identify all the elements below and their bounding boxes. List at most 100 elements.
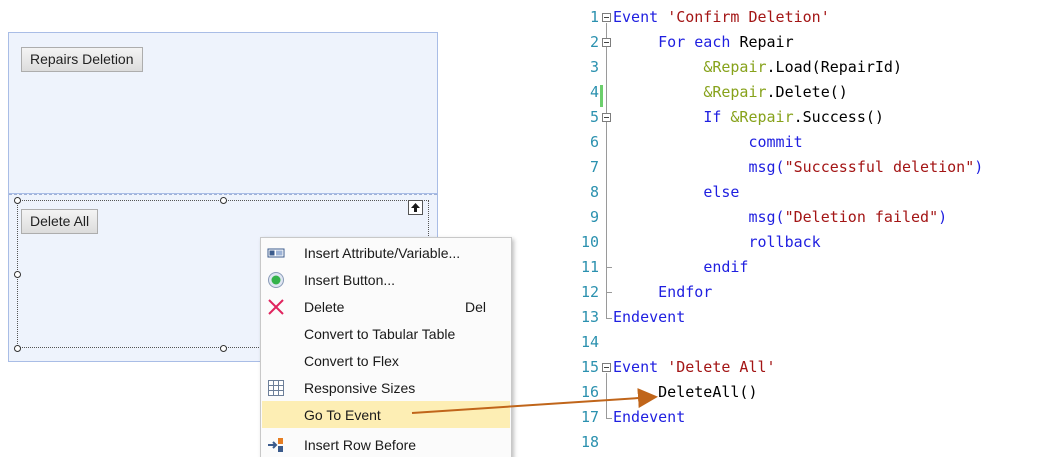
- code-token: ): [974, 158, 984, 176]
- resize-handle[interactable]: [14, 271, 21, 278]
- code-token: "Successful deletion": [784, 158, 975, 176]
- code-text: Event 'Delete All': [613, 358, 776, 376]
- code-text: endif: [613, 258, 748, 276]
- code-line[interactable]: 6 commit: [555, 130, 1057, 155]
- line-number: 8: [589, 183, 599, 201]
- line-number: 6: [589, 133, 599, 151]
- code-text: Event 'Confirm Deletion': [613, 8, 830, 26]
- code-token: &Repair: [730, 108, 794, 126]
- line-number: 16: [580, 383, 599, 401]
- code-token: For each: [658, 33, 740, 51]
- resize-handle[interactable]: [14, 345, 21, 352]
- menu-item-insert-button[interactable]: Insert Button...: [262, 266, 510, 293]
- code-token: commit: [748, 133, 803, 151]
- code-token: endif: [703, 258, 749, 276]
- delete-all-button[interactable]: Delete All: [21, 209, 99, 234]
- line-number: 17: [580, 408, 599, 426]
- code-line[interactable]: 8 else: [555, 180, 1057, 205]
- code-text: commit: [613, 133, 803, 151]
- line-number: 1: [589, 8, 599, 26]
- code-line[interactable]: 18: [555, 430, 1057, 455]
- resize-handle[interactable]: [220, 345, 227, 352]
- line-number: 3: [589, 58, 599, 76]
- code-token: &Repair: [703, 58, 767, 76]
- code-text: rollback: [613, 233, 821, 251]
- code-text: If &Repair.Success(): [613, 108, 884, 126]
- code-token: "Deletion failed": [784, 208, 939, 226]
- menu-item-go-to-event[interactable]: Go To Event: [262, 401, 510, 428]
- code-line[interactable]: 3 &Repair.Load(RepairId): [555, 55, 1057, 80]
- resize-handle[interactable]: [220, 197, 227, 204]
- code-line[interactable]: 2 For each Repair: [555, 30, 1057, 55]
- code-token: else: [703, 183, 740, 201]
- code-token: 'Delete All': [667, 358, 776, 376]
- code-token: msg(: [748, 158, 785, 176]
- menu-item-convert-to-tabular-table[interactable]: Convert to Tabular Table: [262, 320, 510, 347]
- insert-row-icon: [267, 436, 285, 454]
- menu-item-label: Convert to Flex: [304, 353, 399, 369]
- delete-icon: [267, 298, 285, 316]
- menu-item-convert-to-flex[interactable]: Convert to Flex: [262, 347, 510, 374]
- move-up-icon[interactable]: [408, 200, 423, 215]
- resize-handle[interactable]: [14, 197, 21, 204]
- code-text: Endevent: [613, 408, 685, 426]
- code-token: msg(: [748, 208, 785, 226]
- code-line[interactable]: 1 Event 'Confirm Deletion': [555, 5, 1057, 30]
- menu-item-label: Insert Attribute/Variable...: [304, 245, 461, 261]
- code-line[interactable]: 12 Endfor: [555, 280, 1057, 305]
- line-number: 9: [589, 208, 599, 226]
- code-text: msg("Deletion failed"): [613, 208, 947, 226]
- code-token: Repair: [739, 33, 794, 51]
- code-token: ): [938, 208, 948, 226]
- menu-item-label: Go To Event: [304, 407, 381, 423]
- code-token: Endevent: [613, 308, 686, 326]
- menu-item-responsive-sizes[interactable]: Responsive Sizes: [262, 374, 510, 401]
- code-line[interactable]: 4 &Repair.Delete(): [555, 80, 1057, 105]
- menu-item-label: Convert to Tabular Table: [304, 326, 456, 342]
- code-line[interactable]: 5 If &Repair.Success(): [555, 105, 1057, 130]
- code-text: else: [613, 183, 739, 201]
- code-line[interactable]: 13 Endevent: [555, 305, 1057, 330]
- code-text: Endfor: [613, 283, 712, 301]
- code-editor[interactable]: 1 Event 'Confirm Deletion' 2 For each Repa…: [555, 5, 1057, 457]
- code-line[interactable]: 9 msg("Deletion failed"): [555, 205, 1057, 230]
- context-menu: Insert Attribute/Variable... Insert Butt…: [260, 237, 512, 457]
- menu-item-label: Responsive Sizes: [304, 380, 416, 396]
- code-text: &Repair.Load(RepairId): [613, 58, 902, 76]
- code-token: DeleteAll(): [613, 383, 758, 401]
- menu-item-insert-row-before[interactable]: Insert Row Before: [262, 431, 510, 457]
- code-line[interactable]: 17 Endevent: [555, 405, 1057, 430]
- code-text: &Repair.Delete(): [613, 83, 848, 101]
- top-panel[interactable]: Repairs Deletion: [8, 32, 438, 194]
- code-token: .Load(RepairId): [766, 58, 902, 76]
- code-token: Event: [613, 358, 668, 376]
- code-token: If: [703, 108, 731, 126]
- line-number: 14: [580, 333, 599, 351]
- code-line[interactable]: 15 Event 'Delete All': [555, 355, 1057, 380]
- code-text: msg("Successful deletion"): [613, 158, 983, 176]
- panel-separator: [9, 194, 437, 195]
- menu-item-shortcut: Del: [464, 299, 486, 315]
- code-token: Endfor: [658, 283, 713, 301]
- code-token: rollback: [748, 233, 821, 251]
- line-number: 11: [580, 258, 599, 276]
- code-token: .Success(): [793, 108, 884, 126]
- menu-item-insert-attribute-variable[interactable]: Insert Attribute/Variable...: [262, 239, 510, 266]
- menu-item-delete[interactable]: Delete Del: [262, 293, 510, 320]
- code-line[interactable]: 16 DeleteAll(): [555, 380, 1057, 405]
- code-line[interactable]: 7 msg("Successful deletion"): [555, 155, 1057, 180]
- line-number: 2: [589, 33, 599, 51]
- line-number: 12: [580, 283, 599, 301]
- code-line[interactable]: 10 rollback: [555, 230, 1057, 255]
- code-token: Endevent: [613, 408, 686, 426]
- code-line[interactable]: 14: [555, 330, 1057, 355]
- menu-item-label: Insert Button...: [304, 272, 396, 288]
- code-line[interactable]: 11 endif: [555, 255, 1057, 280]
- repairs-deletion-button[interactable]: Repairs Deletion: [21, 47, 143, 72]
- line-number: 10: [580, 233, 599, 251]
